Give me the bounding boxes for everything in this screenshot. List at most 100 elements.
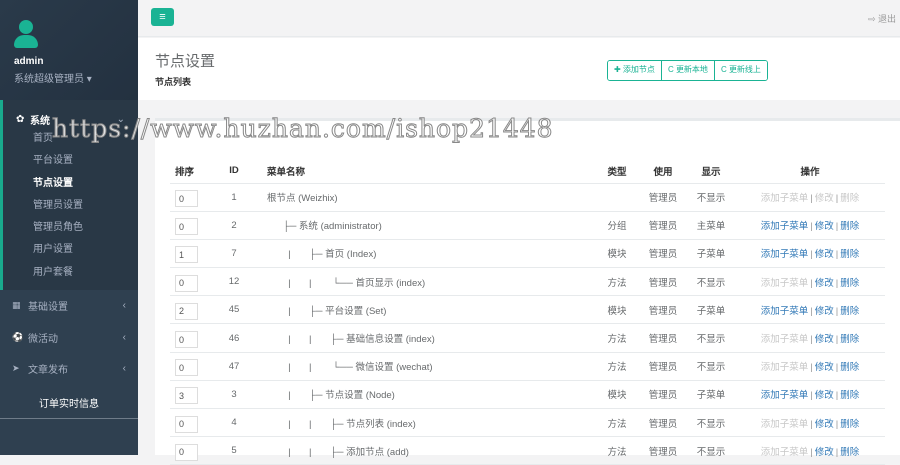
order-input[interactable] [175,359,198,377]
separator: | [810,221,813,233]
separator: | [810,334,813,346]
actions-cell: 添加子菜单 | 修改 | 删除 [735,352,885,381]
sidebar-item-label: 文章发布 [28,365,68,377]
separator: | [810,446,813,458]
separator: | [835,446,839,458]
order-input[interactable] [175,443,198,461]
delete-link[interactable]: 删除 [840,390,859,401]
name-cell: | | ├─ 添加节点 (add) [250,436,595,465]
sidebar: admin 系统超级管理员 ▾ ✿ 系统 ⌄ 首页 平台设置 节点设置 管理员设置 管理员角… [0,0,138,455]
delete-link[interactable]: 删除 [840,419,859,430]
name-cell: 根节点 (Weizhix) [250,183,595,212]
order-input[interactable] [175,387,198,405]
edit-link[interactable]: 修改 [815,390,834,401]
edit-link[interactable]: 修改 [815,334,834,345]
update-online-button[interactable]: C 更新线上 [714,61,767,80]
delete-link[interactable]: 删除 [840,447,859,458]
order-input[interactable] [175,274,198,292]
id-cell: 46 [218,323,250,353]
user-name: admin [14,56,44,67]
edit-link[interactable]: 修改 [815,249,834,260]
delete-link[interactable]: 删除 [840,362,859,373]
actions-cell: 添加子菜单 | 修改 | 删除 [735,408,885,438]
separator: | [810,277,813,289]
user-role-dropdown[interactable]: 系统超级管理员 ▾ [14,70,124,85]
show-cell: 不显示 [687,408,735,438]
edit-link[interactable]: 修改 [815,278,834,289]
edit-link[interactable]: 修改 [815,306,834,317]
separator: | [835,334,839,346]
delete-link[interactable]: 删除 [840,221,859,232]
use-cell: 管理员 [639,183,687,212]
sidebar-item[interactable]: ⚽ 微活动 ‹ [0,322,138,354]
chevron-left-icon: ‹ [122,363,126,375]
grid-icon: ▦ [12,300,21,311]
avatar-icon [14,20,38,50]
type-cell: 模块 [595,295,639,325]
soccer-icon: ⚽ [12,331,24,342]
order-input[interactable] [175,302,198,320]
delete-link[interactable]: 删除 [840,306,859,317]
order-info-link[interactable]: 订单实时信息 [0,385,138,419]
edit-link[interactable]: 修改 [815,419,834,430]
actions-cell: 添加子菜单 | 修改 | 删除 [735,323,885,353]
separator: | [810,362,813,374]
separator: | [835,221,839,233]
add-child-link: 添加子菜单 [760,446,809,458]
sidebar-item[interactable]: ▦ 基础设置 ‹ [0,290,138,322]
edit-link[interactable]: 修改 [815,362,834,373]
paper-plane-icon: ➤ [12,363,20,374]
separator: | [835,305,839,317]
order-input[interactable] [175,246,198,264]
delete-link[interactable]: 删除 [840,334,859,345]
order-input[interactable] [175,331,198,349]
sidebar-subitem[interactable]: 平台设置 [3,150,138,172]
show-cell: 不显示 [687,267,735,297]
add-child-link[interactable]: 添加子菜单 [761,221,809,232]
order-cell [170,352,218,381]
table-row: 2 ├─ 系统 (administrator)分组管理员主菜单添加子菜单|修改|… [170,211,885,240]
add-child-link[interactable]: 添加子菜单 [761,249,809,260]
separator: | [835,193,839,205]
separator: | [810,390,813,402]
order-cell [170,183,218,212]
show-cell: 子菜单 [687,295,735,325]
delete-link[interactable]: 删除 [840,249,859,260]
sidebar-item-system[interactable]: ✿ 系统 ⌄ [3,110,138,128]
type-cell: 模块 [595,380,639,410]
order-input[interactable] [175,415,198,433]
add-node-button[interactable]: ✚ 添加节点 [608,61,662,80]
delete-link[interactable]: 删除 [840,278,859,289]
page-subtitle: 节点列表 [155,77,192,87]
edit-link[interactable]: 修改 [815,221,834,232]
actions-cell: 添加子菜单 | 修改 | 删除 [735,267,885,297]
table-row: 45 | ├─ 平台设置 (Set)模块管理员子菜单添加子菜单|修改|删除 [170,295,885,325]
col-name: 菜单名称 [250,159,595,184]
order-cell [170,380,218,410]
actions-cell: 添加子菜单 | 修改 | 删除 [735,211,885,240]
update-local-button[interactable]: C 更新本地 [661,61,715,80]
id-cell: 2 [218,211,250,240]
sidebar-subitem[interactable]: 节点设置 [3,173,138,195]
add-child-link[interactable]: 添加子菜单 [761,390,809,401]
type-cell: 方法 [595,436,639,465]
sidebar-item[interactable]: ➤ 文章发布 ‹ [0,353,138,385]
order-input[interactable] [175,218,198,236]
menu-toggle-button[interactable]: ≡ [151,8,174,26]
chevron-left-icon: ‹ [122,331,126,343]
edit-link[interactable]: 修改 [815,447,834,458]
table-row: 5 | | ├─ 添加节点 (add)方法管理员不显示添加子菜单|修改|删除 [170,436,885,465]
table-row: 46 | | ├─ 基础信息设置 (index)方法管理员不显示添加子菜单|修改… [170,323,885,353]
show-cell: 不显示 [687,352,735,381]
table-row: 1根节点 (Weizhix)管理员不显示添加子菜单|修改|删除 [170,183,885,212]
sidebar-subitem[interactable]: 用户套餐 [3,262,138,284]
add-child-link[interactable]: 添加子菜单 [761,306,809,317]
order-input[interactable] [175,190,198,208]
sidebar-subitem[interactable]: 首页 [3,128,138,150]
sidebar-subitem[interactable]: 用户设置 [3,239,138,261]
logout-icon: ⇨ [867,14,878,24]
sidebar-subitem[interactable]: 管理员角色 [3,217,138,239]
use-cell: 管理员 [639,267,687,297]
sidebar-subitem[interactable]: 管理员设置 [3,195,138,217]
logout-button[interactable]: ⇨ 退出 [868,12,896,25]
